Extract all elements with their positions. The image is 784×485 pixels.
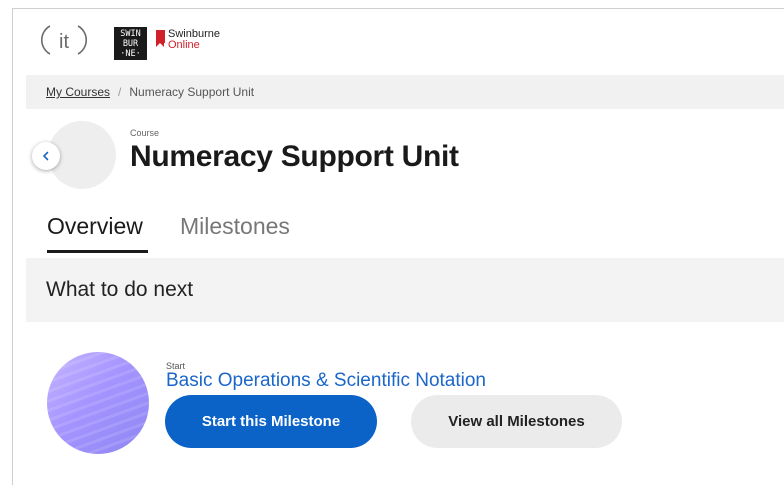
tab-overview[interactable]: Overview bbox=[47, 213, 143, 240]
breadcrumb-current: Numeracy Support Unit bbox=[129, 85, 255, 99]
what-to-do-next-section: What to do next bbox=[26, 258, 784, 322]
back-button[interactable] bbox=[32, 142, 60, 170]
breadcrumb: My Courses / Numeracy Support Unit bbox=[26, 75, 784, 109]
swinburne-mark-line-3: ·NE· bbox=[120, 49, 141, 59]
swinburne-mark-line-1: SWIN bbox=[120, 29, 141, 39]
swinburne-logo-mark[interactable]: SWIN BUR ·NE· bbox=[114, 27, 147, 60]
course-label: Course bbox=[130, 128, 160, 138]
tab-milestones[interactable]: Milestones bbox=[180, 213, 290, 240]
milestone-image bbox=[47, 352, 149, 454]
it-logo[interactable]: it bbox=[38, 22, 90, 58]
swinburne-online-label: Online bbox=[168, 39, 200, 51]
swinburne-flag-icon bbox=[156, 30, 165, 47]
milestone-title-link[interactable]: Basic Operations & Scientific Notation bbox=[166, 370, 486, 392]
breadcrumb-my-courses-link[interactable]: My Courses bbox=[46, 85, 110, 99]
breadcrumb-separator: / bbox=[118, 85, 122, 99]
section-heading: What to do next bbox=[46, 278, 194, 301]
swinburne-online-logo[interactable]: Swinburne Online bbox=[168, 29, 220, 51]
chevron-left-icon bbox=[42, 151, 49, 161]
page-title: Numeracy Support Unit bbox=[130, 140, 459, 173]
start-milestone-button[interactable]: Start this Milestone bbox=[165, 395, 377, 448]
active-tab-indicator bbox=[47, 250, 148, 253]
it-logo-text: it bbox=[59, 31, 69, 53]
view-all-milestones-button[interactable]: View all Milestones bbox=[411, 395, 622, 448]
swinburne-mark-line-2: BUR bbox=[122, 39, 139, 49]
